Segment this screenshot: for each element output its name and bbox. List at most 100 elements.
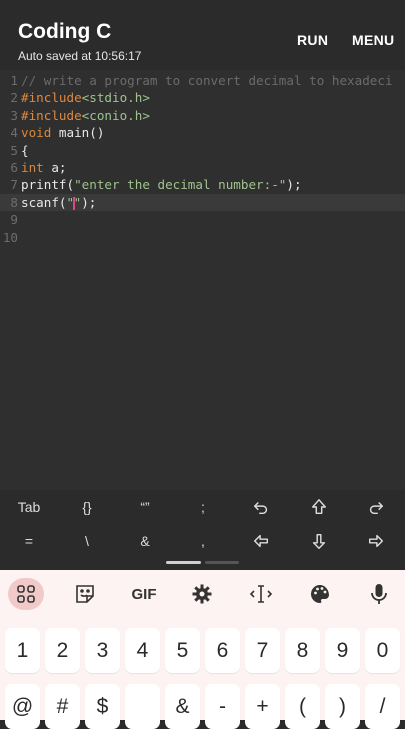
app-title: Coding C: [18, 20, 112, 43]
code-token: {: [21, 142, 29, 158]
soft-keyboard: GIF 1234567890 @ # $ & - +() /: [0, 570, 405, 729]
key-#[interactable]: #: [45, 684, 80, 729]
line-number: 3: [10, 107, 18, 123]
key-1[interactable]: 1: [5, 628, 40, 673]
apps-grid-icon[interactable]: [8, 578, 44, 610]
code-token: "enter the decimal number:-": [74, 177, 287, 193]
key-3[interactable]: 3: [85, 628, 120, 673]
code-token: int: [21, 160, 44, 175]
code-text[interactable]: void main(): [21, 124, 104, 141]
code-token: );: [81, 194, 97, 210]
arrow-down-key[interactable]: [290, 526, 348, 556]
accessory-key[interactable]: Tab: [0, 492, 58, 522]
sticker-icon[interactable]: [67, 578, 103, 610]
code-line[interactable]: 4 void main(): [0, 124, 405, 141]
code-line[interactable]: 2 #include<stdio.h>: [0, 89, 405, 106]
code-line[interactable]: 9: [0, 211, 405, 228]
arrow-right-key[interactable]: [347, 526, 405, 556]
shift-up-key[interactable]: [290, 492, 348, 522]
code-line[interactable]: 3 #include<conio.h>: [0, 107, 405, 124]
code-line[interactable]: 6 int a;: [0, 159, 405, 176]
code-text[interactable]: // write a program to convert decimal to…: [21, 72, 393, 89]
key-9[interactable]: 9: [325, 628, 360, 673]
code-token: #include: [21, 90, 82, 106]
key-0[interactable]: 0: [365, 628, 400, 673]
autosave-status: Auto saved at 10:56:17: [18, 49, 142, 63]
code-line[interactable]: 5{: [0, 142, 405, 159]
code-token: );: [286, 177, 302, 193]
drag-handle-secondary: [205, 561, 239, 564]
accessory-key[interactable]: ,: [174, 526, 232, 556]
app-bar: Coding C Auto saved at 10:56:17 RUN MENU: [0, 0, 405, 70]
code-token: printf(: [21, 177, 75, 193]
key--[interactable]: -: [205, 684, 240, 729]
text-cursor-icon[interactable]: [243, 578, 279, 610]
line-number: 9: [10, 212, 18, 228]
code-line[interactable]: 7 printf("enter the decimal number:-");: [0, 176, 405, 193]
run-button[interactable]: RUN: [297, 32, 328, 48]
code-token: #include: [21, 107, 82, 123]
key-8[interactable]: 8: [285, 628, 320, 673]
undo-icon: [253, 501, 268, 515]
code-token: a;: [43, 160, 67, 175]
arrow-left-icon: [253, 534, 269, 548]
key-&[interactable]: &: [165, 684, 200, 729]
key-2[interactable]: 2: [45, 628, 80, 673]
key-([interactable]: (: [285, 684, 320, 729]
settings-gear-icon[interactable]: [184, 578, 220, 610]
code-line[interactable]: 1// write a program to convert decimal t…: [0, 72, 405, 89]
code-line[interactable]: 8 scanf("");: [0, 193, 405, 211]
key-/[interactable]: /: [365, 684, 400, 729]
line-number: 10: [2, 229, 18, 245]
accessory-key[interactable]: &: [116, 526, 174, 556]
key-@[interactable]: @: [5, 684, 40, 729]
drag-handle[interactable]: [166, 561, 201, 564]
microphone-icon[interactable]: [361, 578, 397, 610]
line-number: 7: [10, 177, 18, 193]
code-editor[interactable]: 1// write a program to convert decimal t…: [0, 70, 405, 490]
accessory-key[interactable]: {}: [58, 492, 116, 522]
line-number: 5: [10, 142, 18, 158]
accessory-key[interactable]: =: [0, 526, 58, 556]
key-blank[interactable]: [125, 684, 160, 729]
palette-icon[interactable]: [302, 578, 338, 610]
line-number: 2: [10, 90, 18, 106]
code-token: <conio.h>: [81, 107, 150, 123]
arrow-left-key[interactable]: [232, 526, 290, 556]
undo-key[interactable]: [232, 492, 290, 522]
gif-button[interactable]: GIF: [126, 578, 162, 610]
key-4[interactable]: 4: [125, 628, 160, 673]
redo-icon: [369, 501, 384, 515]
code-text[interactable]: #include<conio.h>: [21, 107, 150, 124]
code-text[interactable]: #include<stdio.h>: [21, 89, 150, 106]
key-6[interactable]: 6: [205, 628, 240, 673]
accessory-bar: Tab{} “”; = \ &,: [0, 490, 405, 570]
accessory-key[interactable]: \: [58, 526, 116, 556]
line-number: 1: [10, 73, 18, 88]
code-token: main(): [51, 125, 105, 141]
key-+[interactable]: +: [245, 684, 280, 729]
code-token: scanf(: [21, 194, 67, 210]
key-$[interactable]: $: [85, 684, 120, 729]
accessory-key[interactable]: “”: [116, 492, 174, 522]
line-number: 6: [10, 160, 18, 175]
shift-up-icon: [311, 499, 327, 515]
code-text[interactable]: {: [21, 142, 29, 159]
line-number: 4: [10, 125, 18, 141]
menu-button[interactable]: MENU: [352, 32, 394, 48]
code-line[interactable]: 10: [0, 229, 405, 246]
redo-key[interactable]: [347, 492, 405, 522]
code-token: void: [21, 125, 52, 141]
key-7[interactable]: 7: [245, 628, 280, 673]
accessory-key[interactable]: ;: [174, 492, 232, 522]
code-token: // write a program to convert decimal to…: [21, 73, 393, 88]
arrow-right-icon: [368, 534, 384, 548]
key-5[interactable]: 5: [165, 628, 200, 673]
code-text[interactable]: scanf("");: [21, 194, 96, 211]
line-number: 8: [10, 194, 18, 210]
code-text[interactable]: printf("enter the decimal number:-");: [21, 176, 302, 193]
code-text[interactable]: int a;: [21, 159, 67, 176]
code-token: <stdio.h>: [81, 90, 150, 106]
key-)[interactable]: ): [325, 684, 360, 729]
arrow-down-icon: [312, 533, 326, 549]
